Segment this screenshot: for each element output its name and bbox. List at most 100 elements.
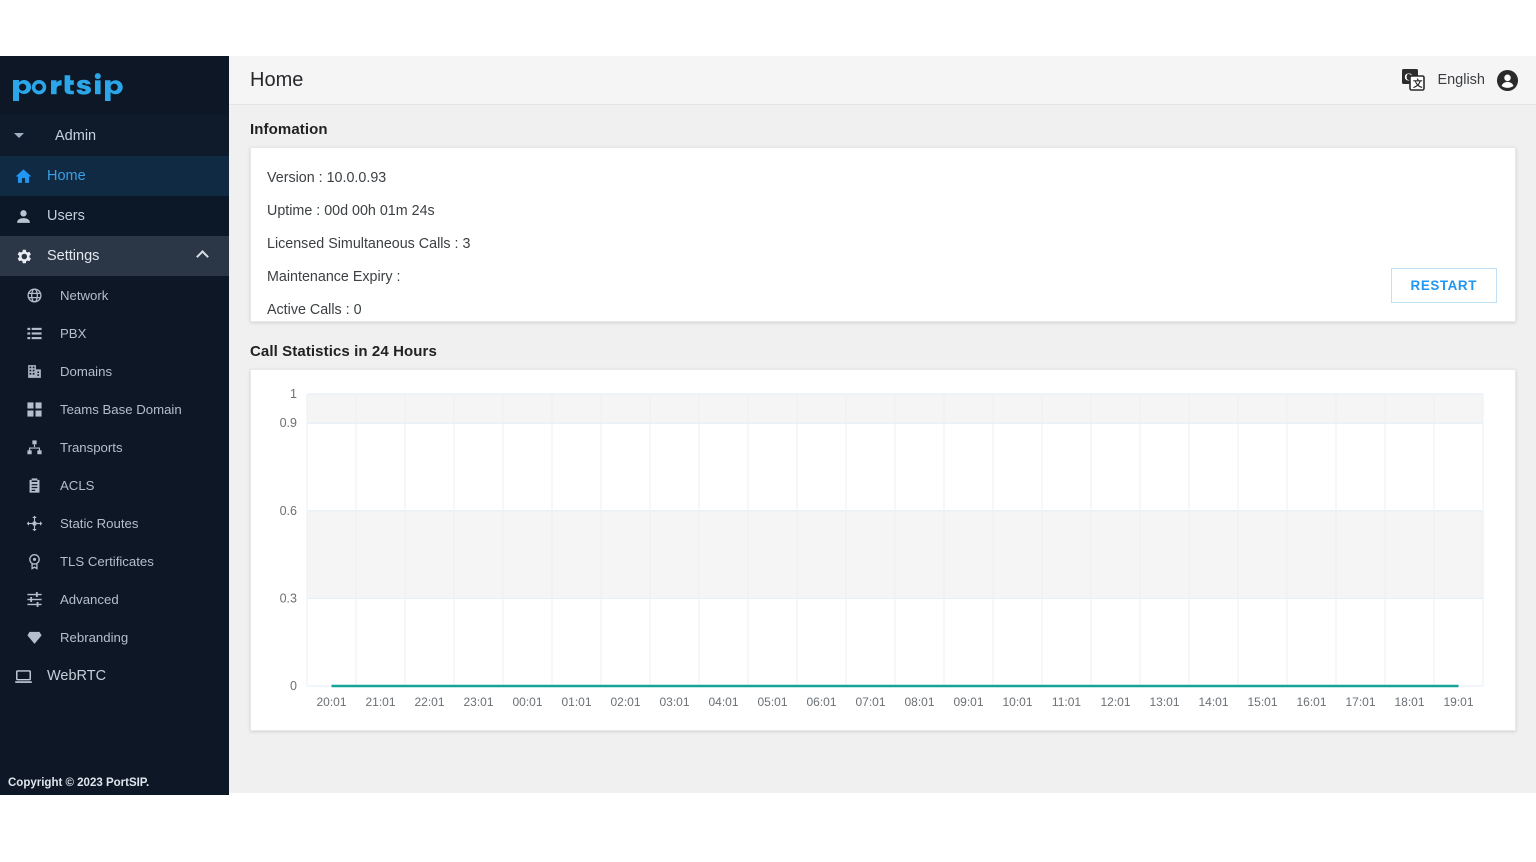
sidebar: Admin Home Users Settings Network PBX Do…	[0, 56, 229, 795]
sidebar-item-webrtc-label: WebRTC	[47, 668, 107, 684]
svg-text:0.9: 0.9	[280, 416, 297, 430]
svg-text:1: 1	[290, 387, 297, 401]
sidebar-item-settings[interactable]: Settings	[0, 236, 229, 276]
svg-text:18:01: 18:01	[1394, 695, 1424, 709]
svg-text:22:01: 22:01	[414, 695, 444, 709]
diamond-icon	[26, 628, 50, 646]
gear-icon	[14, 246, 40, 266]
svg-text:20:01: 20:01	[316, 695, 346, 709]
building-icon	[26, 362, 50, 380]
translate-icon[interactable]: G 文	[1402, 69, 1426, 91]
app-root: Admin Home Users Settings Network PBX Do…	[0, 0, 1536, 862]
clipboard-icon	[26, 476, 50, 494]
sidebar-item-teams-base-domain-label: Teams Base Domain	[60, 401, 182, 417]
sidebar-item-users-label: Users	[47, 208, 85, 224]
restart-button[interactable]: RESTART	[1390, 268, 1497, 303]
svg-text:04:01: 04:01	[708, 695, 738, 709]
sidebar-item-static-routes[interactable]: Static Routes	[0, 504, 229, 542]
svg-text:0: 0	[290, 679, 297, 693]
sidebar-item-advanced-label: Advanced	[60, 591, 119, 607]
svg-text:05:01: 05:01	[757, 695, 787, 709]
svg-text:10:01: 10:01	[1002, 695, 1032, 709]
portsip-logo-icon	[13, 72, 123, 101]
svg-text:19:01: 19:01	[1443, 695, 1473, 709]
main-area: Home G 文 English Infomation Version: 10…	[229, 56, 1536, 793]
sidebar-item-settings-label: Settings	[47, 248, 100, 264]
sidebar-item-pbx-label: PBX	[60, 325, 87, 341]
info-licensed-calls: Licensed Simultaneous Calls : 3	[267, 236, 471, 252]
svg-text:01:01: 01:01	[561, 695, 591, 709]
sidebar-item-home[interactable]: Home	[0, 156, 229, 196]
sidebar-item-teams-base-domain[interactable]: Teams Base Domain	[0, 390, 229, 428]
svg-text:14:01: 14:01	[1198, 695, 1228, 709]
sidebar-item-network[interactable]: Network	[0, 276, 229, 314]
svg-text:00:01: 00:01	[512, 695, 542, 709]
chevron-up-icon	[196, 249, 209, 263]
svg-text:13:01: 13:01	[1149, 695, 1179, 709]
info-active-calls: Active Calls : 0	[267, 302, 362, 318]
grid-icon	[26, 400, 50, 418]
sidebar-item-pbx[interactable]: PBX	[0, 314, 229, 352]
sitemap-icon	[26, 438, 50, 456]
routes-icon	[26, 514, 50, 532]
sidebar-item-tls-certificates[interactable]: TLS Certificates	[0, 542, 229, 580]
svg-text:文: 文	[1412, 78, 1423, 90]
information-section-title: Infomation	[250, 121, 328, 138]
laptop-icon	[14, 666, 40, 686]
sliders-icon	[26, 590, 50, 608]
chevron-down-icon	[14, 126, 40, 146]
svg-text:23:01: 23:01	[463, 695, 493, 709]
sidebar-item-acls-label: ACLS	[60, 477, 95, 493]
call-statistics-section: Call Statistics in 24 Hours 1 0.9 0.6 0.3 0 2…	[250, 343, 1516, 731]
call-statistics-card: 1 0.9 0.6 0.3 0 20:01 21:01 22:01 23:01 00:01 01:0…	[250, 369, 1516, 731]
sidebar-item-domains[interactable]: Domains	[0, 352, 229, 390]
sidebar-item-network-label: Network	[60, 287, 109, 303]
sidebar-group-admin[interactable]: Admin	[0, 115, 229, 156]
sidebar-item-domains-label: Domains	[60, 363, 113, 379]
call-statistics-title: Call Statistics in 24 Hours	[250, 343, 437, 360]
svg-text:08:01: 08:01	[904, 695, 934, 709]
sidebar-group-admin-label: Admin	[55, 127, 97, 144]
sidebar-copyright: Copyright © 2023 PortSIP.	[0, 771, 229, 795]
svg-text:15:01: 15:01	[1247, 695, 1277, 709]
account-circle-icon[interactable]	[1496, 69, 1519, 92]
sidebar-item-home-label: Home	[47, 168, 86, 184]
globe-icon	[26, 286, 50, 304]
sidebar-item-advanced[interactable]: Advanced	[0, 580, 229, 618]
svg-text:12:01: 12:01	[1100, 695, 1130, 709]
home-icon	[14, 166, 40, 186]
svg-text:21:01: 21:01	[365, 695, 395, 709]
info-uptime: Uptime : 00d 00h 01m 24s	[267, 203, 435, 219]
sidebar-item-rebranding[interactable]: Rebranding	[0, 618, 229, 656]
sidebar-item-transports-label: Transports	[60, 439, 123, 455]
language-label[interactable]: English	[1437, 72, 1485, 88]
info-version: Version : 10.0.0.93	[267, 170, 387, 186]
sidebar-item-users[interactable]: Users	[0, 196, 229, 236]
svg-text:06:01: 06:01	[806, 695, 836, 709]
sidebar-item-webrtc[interactable]: WebRTC	[0, 656, 229, 696]
sidebar-item-transports[interactable]: Transports	[0, 428, 229, 466]
certificate-icon	[26, 552, 50, 570]
top-bar: Home G 文 English	[229, 56, 1536, 105]
svg-text:09:01: 09:01	[953, 695, 983, 709]
content-area: Infomation Version : 10.0.0.93 Uptime : …	[229, 105, 1536, 731]
user-icon	[14, 206, 40, 226]
sidebar-item-rebranding-label: Rebranding	[60, 629, 129, 645]
info-maintenance-expiry: Maintenance Expiry :	[267, 269, 401, 285]
svg-text:0.6: 0.6	[280, 504, 297, 518]
svg-text:0.3: 0.3	[280, 591, 297, 605]
page-title: Home	[250, 68, 304, 91]
list-icon	[26, 324, 50, 342]
svg-text:17:01: 17:01	[1345, 695, 1375, 709]
svg-text:07:01: 07:01	[855, 695, 885, 709]
svg-text:02:01: 02:01	[610, 695, 640, 709]
sidebar-item-static-routes-label: Static Routes	[60, 515, 139, 531]
sidebar-item-tls-certificates-label: TLS Certificates	[60, 553, 154, 569]
brand-logo[interactable]	[0, 56, 229, 115]
sidebar-item-acls[interactable]: ACLS	[0, 466, 229, 504]
svg-text:03:01: 03:01	[659, 695, 689, 709]
svg-text:16:01: 16:01	[1296, 695, 1326, 709]
call-statistics-chart[interactable]: 1 0.9 0.6 0.3 0 20:01 21:01 22:01 23:01 00:01 01:0…	[251, 370, 1515, 730]
svg-text:11:01: 11:01	[1052, 695, 1081, 709]
information-card: Version : 10.0.0.93 Uptime : 00d 00h 01m…	[250, 147, 1516, 322]
